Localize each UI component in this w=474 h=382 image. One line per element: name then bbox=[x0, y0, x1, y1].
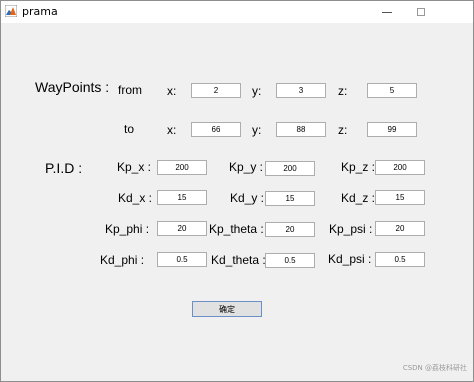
kp-phi-input[interactable] bbox=[157, 221, 207, 236]
to-y-label: y: bbox=[252, 123, 262, 137]
kp-y-label: Kp_y : bbox=[229, 160, 264, 174]
kd-x-input[interactable] bbox=[157, 190, 207, 205]
app-window: prama WayPoints : from x: y: z: to x: y:… bbox=[0, 0, 474, 382]
kd-phi-input[interactable] bbox=[157, 252, 207, 267]
from-x-input[interactable] bbox=[191, 83, 241, 98]
window-title: prama bbox=[22, 5, 58, 18]
kd-z-input[interactable] bbox=[375, 190, 425, 205]
pid-label: P.I.D : bbox=[45, 160, 83, 176]
from-y-input[interactable] bbox=[276, 83, 326, 98]
maximize-icon bbox=[417, 8, 425, 16]
minimize-button[interactable] bbox=[369, 1, 405, 23]
kd-phi-label: Kd_phi : bbox=[100, 253, 145, 267]
kp-psi-label: Kp_psi : bbox=[329, 222, 373, 236]
csdn-watermark: CSDN @荔枝科研社 bbox=[402, 364, 467, 372]
confirm-button[interactable]: 确定 bbox=[192, 301, 262, 317]
kp-x-input[interactable] bbox=[157, 160, 207, 175]
kd-y-input[interactable] bbox=[265, 191, 315, 206]
kd-theta-input[interactable] bbox=[265, 253, 315, 268]
title-bar[interactable]: prama bbox=[1, 1, 473, 23]
from-z-label: z: bbox=[338, 84, 348, 98]
kd-psi-input[interactable] bbox=[375, 252, 425, 267]
kp-y-input[interactable] bbox=[265, 161, 315, 176]
to-x-label: x: bbox=[167, 123, 177, 137]
kp-psi-input[interactable] bbox=[375, 221, 425, 236]
kp-theta-input[interactable] bbox=[265, 222, 315, 237]
to-y-input[interactable] bbox=[276, 122, 326, 137]
waypoints-label: WayPoints : bbox=[35, 79, 110, 95]
to-z-input[interactable] bbox=[367, 122, 417, 137]
kd-x-label: Kd_x : bbox=[118, 191, 153, 205]
maximize-button[interactable] bbox=[403, 1, 439, 23]
from-z-input[interactable] bbox=[367, 83, 417, 98]
kp-phi-label: Kp_phi : bbox=[105, 222, 150, 236]
to-x-input[interactable] bbox=[191, 122, 241, 137]
kd-theta-label: Kd_theta : bbox=[211, 253, 266, 267]
to-label: to bbox=[124, 122, 135, 136]
from-y-label: y: bbox=[252, 84, 262, 98]
from-x-label: x: bbox=[167, 84, 177, 98]
kp-z-input[interactable] bbox=[375, 160, 425, 175]
to-z-label: z: bbox=[338, 123, 348, 137]
kp-theta-label: Kp_theta : bbox=[209, 222, 264, 236]
kp-x-label: Kp_x : bbox=[117, 160, 152, 174]
kp-z-label: Kp_z : bbox=[341, 160, 376, 174]
kd-z-label: Kd_z : bbox=[341, 191, 376, 205]
kd-y-label: Kd_y : bbox=[230, 191, 265, 205]
matlab-app-icon bbox=[5, 5, 17, 17]
minimize-icon bbox=[382, 11, 392, 13]
kd-psi-label: Kd_psi : bbox=[328, 252, 372, 266]
from-label: from bbox=[118, 83, 142, 97]
